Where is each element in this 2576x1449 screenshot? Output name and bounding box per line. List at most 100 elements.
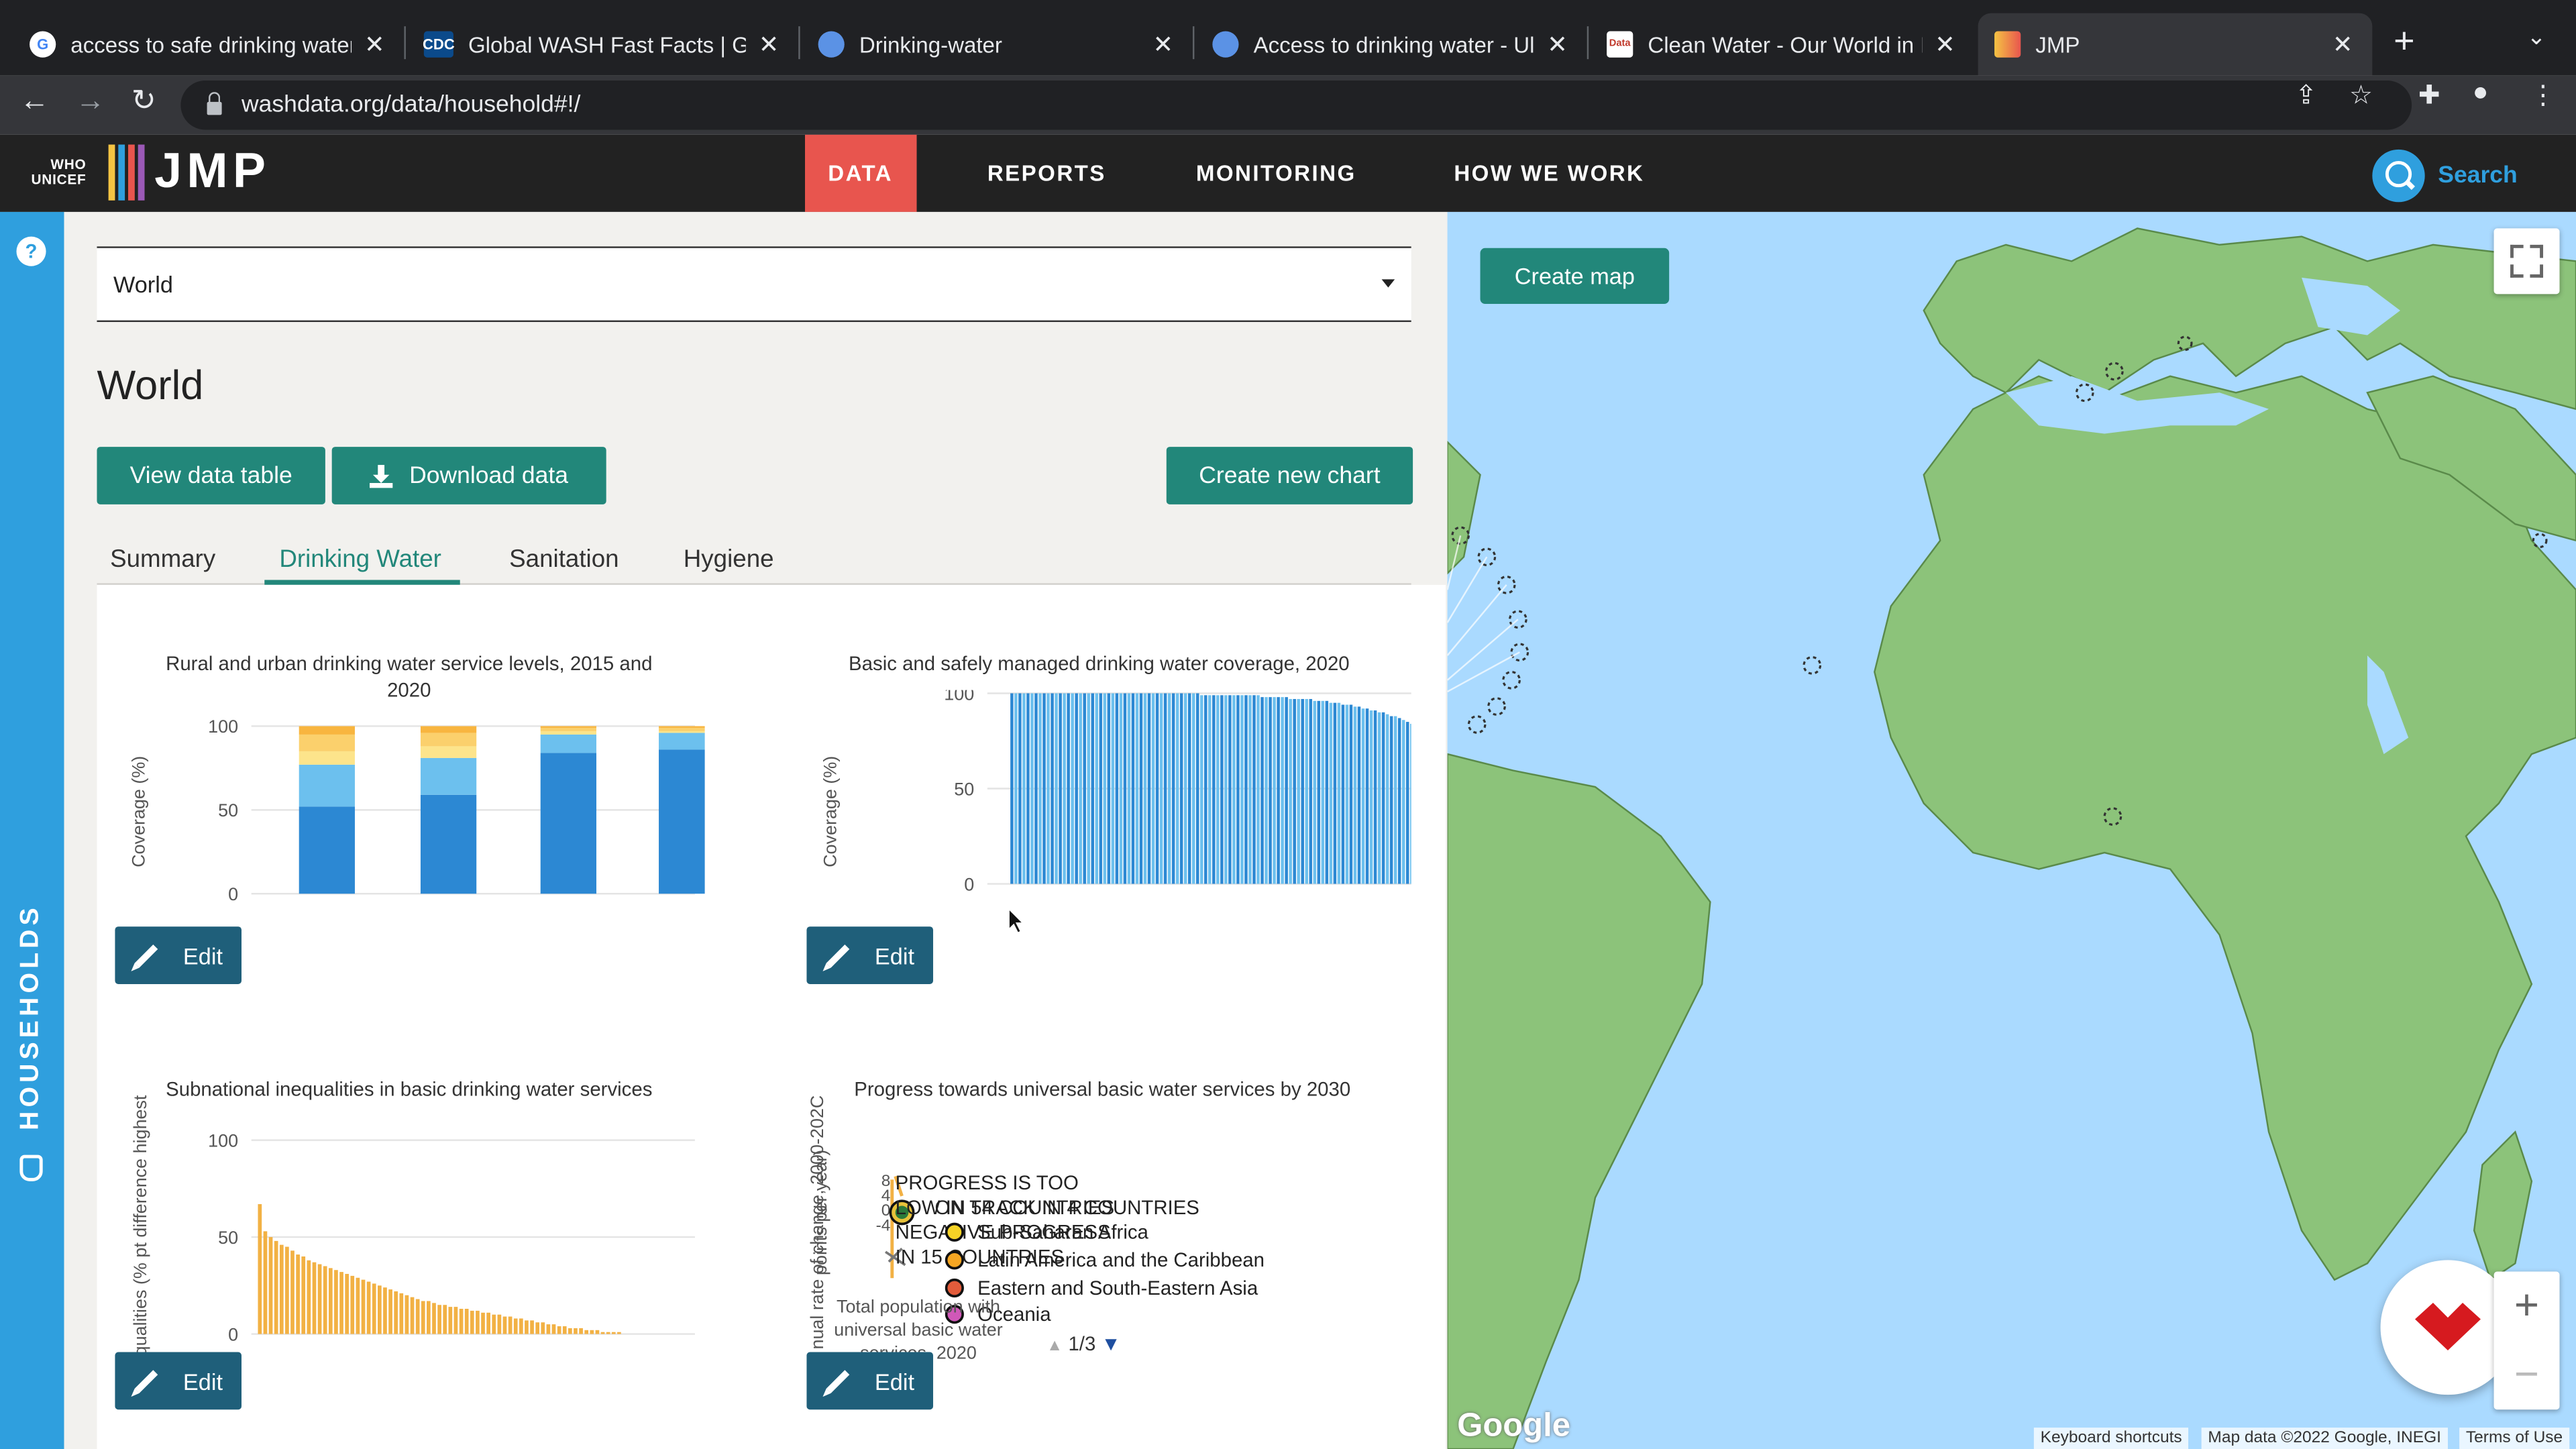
browser-menu-icon[interactable]: ⋮: [2530, 79, 2556, 112]
chart-2-edit-button[interactable]: Edit: [806, 926, 934, 984]
jmp-icon: [1994, 31, 2021, 58]
coverage-bar: [1115, 693, 1119, 884]
coverage-bar: [1103, 693, 1107, 884]
address-bar[interactable]: washdata.org/data/household#!/: [180, 80, 2412, 130]
profile-icon[interactable]: ●: [2473, 79, 2489, 109]
terms-of-use-link[interactable]: Terms of Use: [2459, 1428, 2569, 1449]
inequality-bar: [508, 1316, 513, 1334]
share-icon[interactable]: ⇪: [2295, 79, 2317, 112]
tab-title: JMP: [2035, 32, 2080, 57]
households-label[interactable]: HOUSEHOLDS: [16, 904, 46, 1130]
bar-segment: [420, 746, 477, 758]
chart-4-xlabel: universal basic water: [834, 1320, 1002, 1340]
coverage-bar: [1369, 710, 1373, 884]
nav-how-we-work[interactable]: HOW WE WORK: [1454, 135, 1644, 212]
search-link[interactable]: Search: [2438, 162, 2517, 189]
coverage-bar: [1252, 695, 1256, 884]
tab-summary[interactable]: Summary: [110, 545, 215, 574]
coverage-bar: [1401, 720, 1405, 884]
keyboard-shortcuts-link[interactable]: Keyboard shortcuts: [2033, 1428, 2189, 1449]
coverage-bar: [1191, 693, 1195, 884]
chart-4-edit-button[interactable]: Edit: [806, 1352, 934, 1410]
browser-tab-jmp[interactable]: JMP ✕: [1978, 13, 2373, 76]
bar-segment: [420, 726, 477, 733]
tab-hygiene[interactable]: Hygiene: [684, 545, 774, 574]
coverage-bar: [1030, 693, 1034, 884]
cdc-icon: CDC: [423, 31, 455, 58]
inequality-bar: [312, 1262, 317, 1334]
coverage-bar: [1293, 698, 1296, 884]
inequality-bar: [486, 1312, 490, 1334]
browser-tab-un[interactable]: Access to drinking water - Ul ✕: [1196, 13, 1587, 76]
coverage-bar: [1167, 693, 1171, 884]
tab-search-icon[interactable]: ⌄: [2527, 23, 2546, 51]
nav-data[interactable]: DATA: [805, 134, 916, 212]
search-icon[interactable]: [2372, 149, 2425, 203]
inequality-bar: [453, 1307, 458, 1334]
coverage-bar: [1224, 695, 1228, 884]
coverage-bar: [1269, 697, 1272, 884]
close-tab-icon[interactable]: ✕: [756, 30, 782, 60]
tab-sanitation[interactable]: Sanitation: [509, 545, 619, 574]
inequality-bar: [334, 1270, 338, 1334]
y-tick-label: 0: [964, 874, 974, 894]
view-data-table-button[interactable]: View data table: [97, 447, 325, 504]
inequality-bar: [345, 1273, 350, 1334]
inequality-bar: [584, 1330, 589, 1334]
reload-icon[interactable]: ↻: [131, 84, 156, 118]
inequality-bar: [464, 1309, 469, 1334]
forward-icon[interactable]: →: [76, 84, 105, 118]
download-data-button[interactable]: Download data: [331, 447, 606, 504]
inequality-bar: [606, 1332, 610, 1334]
close-tab-icon[interactable]: ✕: [1932, 30, 1958, 60]
fullscreen-icon[interactable]: [2493, 228, 2560, 294]
nav-reports[interactable]: REPORTS: [987, 135, 1106, 212]
inequality-bar: [557, 1326, 561, 1334]
create-map-button[interactable]: Create map: [1480, 248, 1670, 305]
browser-tab-cdc[interactable]: CDC Global WASH Fast Facts | Glo ✕: [407, 13, 798, 76]
chart-1-edit-button[interactable]: Edit: [115, 926, 242, 984]
inequality-bar: [285, 1246, 289, 1334]
extensions-icon[interactable]: ✚: [2418, 79, 2440, 112]
zoom-in-icon[interactable]: +: [2494, 1272, 2560, 1341]
who-unicef-logo[interactable]: WHO UNICEF: [32, 157, 87, 187]
inequality-bar: [611, 1332, 616, 1334]
tab-drinking-water[interactable]: Drinking Water: [279, 545, 441, 574]
coverage-bar: [1022, 693, 1026, 884]
close-tab-icon[interactable]: ✕: [1150, 30, 1176, 60]
inequality-bar: [301, 1256, 306, 1334]
create-new-chart-button[interactable]: Create new chart: [1166, 447, 1413, 504]
coverage-bar: [1151, 693, 1155, 884]
back-icon[interactable]: ←: [19, 84, 49, 118]
pager-prev-icon[interactable]: ▲: [1046, 1337, 1063, 1355]
close-tab-icon[interactable]: ✕: [2330, 30, 2356, 60]
close-tab-icon[interactable]: ✕: [1544, 30, 1570, 60]
bookmark-star-icon[interactable]: ☆: [2349, 79, 2373, 112]
coverage-bar: [1038, 693, 1042, 884]
inequality-bar: [290, 1250, 294, 1334]
coverage-bar: [1026, 693, 1030, 884]
jmp-logo-text[interactable]: JMP: [154, 145, 270, 201]
close-tab-icon[interactable]: ✕: [362, 30, 388, 60]
inequality-bar: [378, 1285, 382, 1334]
coverage-bar: [1212, 695, 1216, 884]
inequality-bar: [388, 1289, 392, 1334]
active-tab-indicator: [264, 580, 460, 585]
zoom-out-icon[interactable]: −: [2494, 1340, 2560, 1409]
bar-segment: [299, 751, 355, 765]
help-icon[interactable]: ?: [16, 236, 46, 266]
browser-toolbar: ← → ↻ washdata.org/data/household#!/ ⇪ ☆…: [0, 75, 2576, 135]
browser-tab-owid[interactable]: Data Clean Water - Our World in D ✕: [1591, 13, 1975, 76]
world-map[interactable]: Create map + − Google Keyboard shortcuts…: [1447, 211, 2576, 1449]
chart-3-edit-button[interactable]: Edit: [115, 1352, 242, 1410]
coverage-bar: [1313, 700, 1317, 884]
legend-swatch-ssa: [945, 1222, 964, 1242]
nav-monitoring[interactable]: MONITORING: [1196, 135, 1356, 212]
browser-tab-google[interactable]: G access to safe drinking water ✕: [13, 13, 405, 76]
new-tab-icon[interactable]: +: [2394, 19, 2414, 62]
browser-tab-who[interactable]: Drinking-water ✕: [802, 13, 1193, 76]
pager-next-icon[interactable]: ▼: [1102, 1332, 1121, 1355]
coverage-bar: [1010, 693, 1014, 884]
country-selector[interactable]: World: [97, 246, 1411, 323]
coverage-bar: [1195, 693, 1199, 884]
